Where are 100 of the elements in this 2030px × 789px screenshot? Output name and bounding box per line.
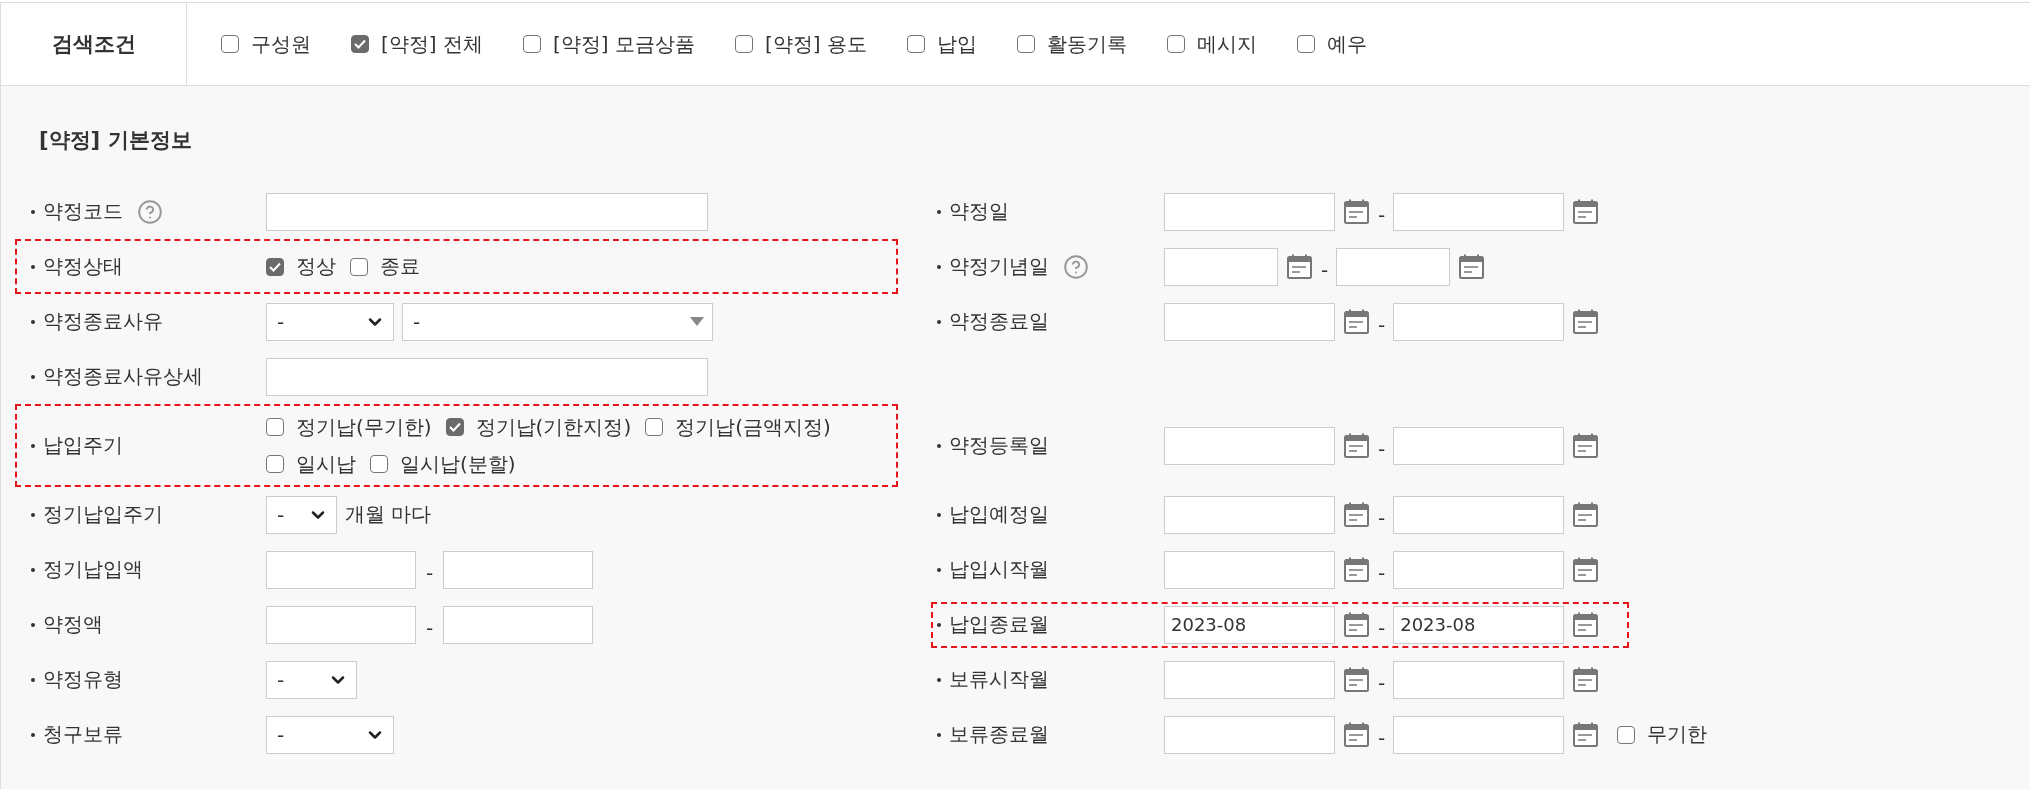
range-separator: - [1378, 202, 1386, 227]
bullet-icon [31, 567, 35, 572]
filter-option[interactable]: [약정] 전체 [351, 30, 483, 58]
checkbox[interactable] [734, 35, 753, 53]
calendar-icon[interactable] [1343, 611, 1370, 638]
checkbox-option[interactable]: 무기한 [1617, 721, 1708, 748]
filter-option[interactable]: 예우 [1296, 30, 1367, 58]
checkbox[interactable] [522, 35, 541, 53]
field-label: 청구보류 [43, 721, 123, 748]
dropdown-select[interactable]: - [266, 302, 394, 341]
calendar-icon[interactable] [1343, 501, 1370, 528]
checkbox-option[interactable]: 정기납(금액지정) [645, 413, 831, 441]
checkbox[interactable] [1617, 725, 1636, 744]
dropdown-select[interactable]: - [402, 302, 713, 341]
bullet-icon [937, 264, 941, 269]
calendar-icon[interactable] [1343, 198, 1370, 225]
calendar-icon[interactable] [1343, 556, 1370, 583]
checkbox[interactable] [906, 35, 925, 53]
filter-option[interactable]: 메시지 [1166, 30, 1257, 58]
field-label: 약정액 [43, 611, 103, 638]
field-label: 약정종료사유 [43, 308, 163, 335]
checkbox[interactable] [221, 35, 239, 53]
date-from-input[interactable]: 2023-08 [1164, 605, 1335, 644]
checkbox-option[interactable]: 종료 [350, 253, 420, 280]
filter-option[interactable]: [약정] 모금상품 [522, 30, 695, 58]
field-label: 약정일 [949, 198, 1009, 225]
date-to-input[interactable] [1393, 495, 1565, 534]
checkbox-option[interactable]: 일시납 [266, 450, 356, 478]
date-from-input[interactable] [1164, 715, 1335, 754]
date-to-input[interactable] [1393, 192, 1565, 231]
checkbox-option[interactable]: 일시납(분할) [370, 450, 516, 478]
checkbox-option[interactable]: 정상 [266, 253, 336, 280]
range-from-input[interactable] [266, 550, 416, 589]
calendar-icon[interactable] [1572, 308, 1600, 335]
checkbox[interactable] [370, 455, 388, 473]
date-from-input[interactable] [1164, 550, 1335, 589]
checkbox[interactable] [351, 35, 369, 53]
date-to-input[interactable] [1393, 426, 1565, 465]
calendar-icon[interactable] [1572, 666, 1600, 693]
checkbox-option[interactable]: 정기납(무기한) [266, 413, 432, 441]
calendar-icon[interactable] [1343, 432, 1370, 459]
calendar-icon[interactable] [1343, 666, 1370, 693]
calendar-icon[interactable] [1572, 198, 1600, 225]
range-from-input[interactable] [266, 605, 416, 644]
field-label: 정기납입주기 [43, 501, 163, 528]
checkbox[interactable] [445, 418, 464, 436]
calendar-icon[interactable] [1572, 611, 1600, 638]
field-label: 보류시작월 [949, 666, 1049, 693]
date-to-input[interactable] [1393, 550, 1565, 589]
bullet-icon [31, 622, 35, 627]
date-from-input[interactable] [1164, 302, 1335, 341]
checkbox[interactable] [266, 455, 284, 473]
date-from-input[interactable] [1164, 495, 1335, 534]
calendar-icon[interactable] [1572, 721, 1600, 748]
calendar-icon[interactable] [1572, 556, 1600, 583]
range-separator: - [426, 560, 434, 585]
filter-option[interactable]: 구성원 [221, 30, 311, 58]
date-from-input[interactable] [1164, 660, 1335, 699]
date-to-input[interactable] [1336, 247, 1451, 286]
calendar-icon[interactable] [1343, 308, 1370, 335]
date-from-input[interactable] [1164, 192, 1335, 231]
filter-option[interactable]: [약정] 용도 [734, 30, 867, 58]
date-from-input[interactable] [1164, 426, 1335, 465]
range-separator: - [1378, 615, 1386, 640]
checkbox[interactable] [266, 257, 284, 276]
range-to-input[interactable] [443, 605, 594, 644]
dropdown-select[interactable]: - [266, 660, 357, 699]
checkbox[interactable] [350, 257, 368, 276]
date-to-input[interactable]: 2023-08 [1393, 605, 1565, 644]
help-icon[interactable] [137, 198, 163, 225]
field-label: 약정코드 [43, 198, 123, 225]
dropdown-select[interactable]: - [266, 495, 337, 534]
filter-option[interactable]: 활동기록 [1016, 30, 1127, 58]
calendar-icon[interactable] [1286, 253, 1313, 280]
filter-option[interactable]: 납입 [906, 30, 977, 58]
bullet-icon [31, 732, 35, 737]
range-separator: - [1321, 257, 1329, 282]
date-to-input[interactable] [1393, 715, 1565, 754]
date-to-input[interactable] [1393, 660, 1565, 699]
calendar-icon[interactable] [1572, 432, 1600, 459]
range-to-input[interactable] [443, 550, 594, 589]
bullet-icon [31, 677, 35, 682]
date-from-input[interactable] [1164, 247, 1278, 286]
text-input[interactable] [266, 192, 708, 231]
date-to-input[interactable] [1393, 302, 1565, 341]
checkbox[interactable] [1296, 35, 1315, 53]
checkbox[interactable] [266, 418, 284, 436]
bullet-icon [937, 443, 941, 448]
calendar-icon[interactable] [1572, 501, 1600, 528]
calendar-icon[interactable] [1458, 253, 1486, 280]
field-label: 납입종료월 [949, 611, 1049, 638]
checkbox[interactable] [645, 418, 664, 436]
bullet-icon [937, 209, 941, 214]
checkbox[interactable] [1166, 35, 1185, 53]
checkbox-option[interactable]: 정기납(기한지정) [445, 413, 632, 441]
text-input[interactable] [266, 357, 708, 396]
checkbox[interactable] [1016, 35, 1035, 53]
dropdown-select[interactable]: - [266, 715, 394, 754]
calendar-icon[interactable] [1343, 721, 1370, 748]
help-icon[interactable] [1063, 253, 1089, 280]
